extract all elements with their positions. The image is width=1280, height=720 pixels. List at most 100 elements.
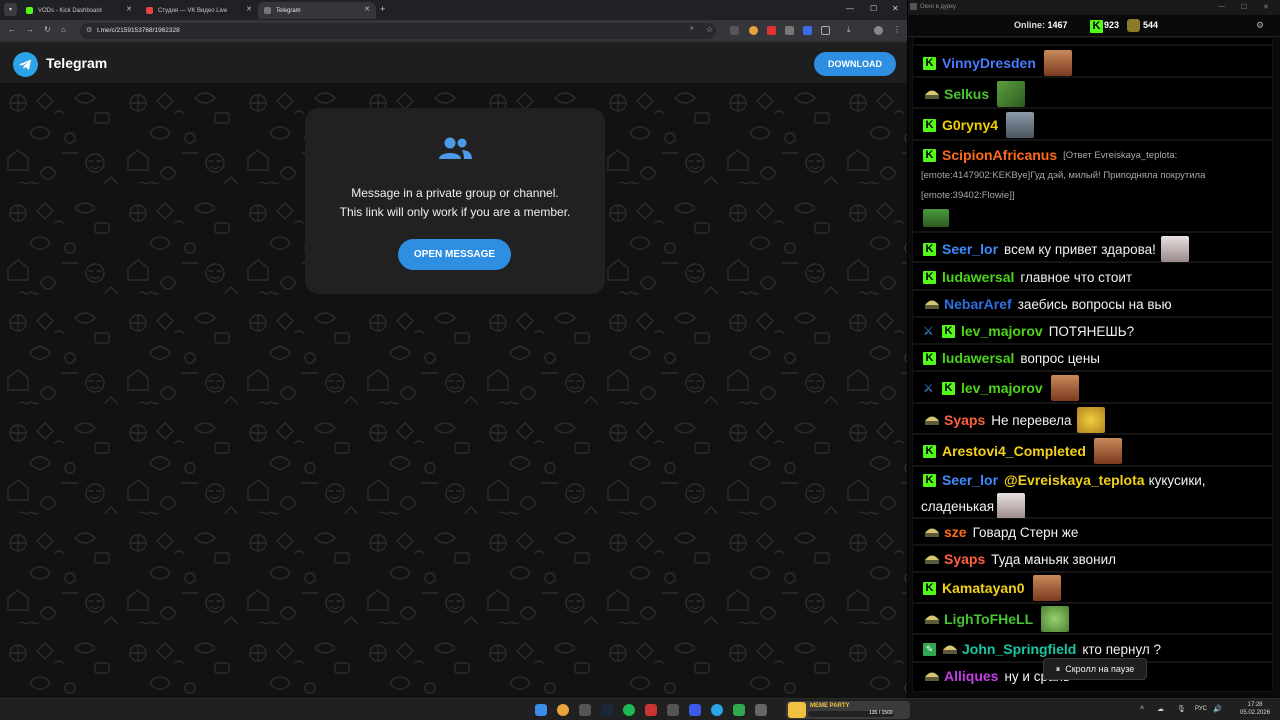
tab-telegram[interactable]: Telegram ✕ bbox=[258, 2, 376, 19]
chat-username[interactable]: ludawersal bbox=[942, 350, 1014, 366]
chat-username[interactable]: NebarAref bbox=[944, 296, 1012, 312]
chat-username[interactable]: ScipionAfricanus bbox=[942, 147, 1057, 163]
bookmark-star-icon[interactable]: ☆ bbox=[706, 25, 713, 34]
site-info-icon[interactable]: ⚙ bbox=[86, 23, 92, 39]
steam-icon[interactable] bbox=[601, 704, 613, 716]
forward-icon[interactable]: → bbox=[26, 25, 34, 34]
chat-username[interactable]: Arestovi4_Completed bbox=[942, 443, 1086, 459]
kick-badge-icon: K bbox=[923, 242, 936, 256]
app-icon[interactable] bbox=[755, 704, 767, 716]
clock[interactable]: 17:28 05.02.2026 bbox=[1240, 701, 1270, 717]
tab-search-button[interactable]: ▾ bbox=[4, 3, 17, 16]
kick-badge-icon: K bbox=[942, 324, 955, 338]
chat-username[interactable]: lev_majorov bbox=[961, 323, 1043, 339]
chat-window: Окно в дурку — ☐ ✕ Online: 1467 K 923 54… bbox=[908, 0, 1280, 698]
microphone-icon[interactable]: 🎙 bbox=[1177, 705, 1186, 713]
extension-icon[interactable] bbox=[749, 26, 758, 35]
minimize-button[interactable]: — bbox=[846, 4, 854, 13]
tray-icon[interactable]: ☁ bbox=[1157, 705, 1164, 713]
settings-gear-icon[interactable]: ⚙ bbox=[1256, 20, 1264, 31]
chat-username[interactable]: Selkus bbox=[944, 86, 989, 102]
chat-message: ⚔ K lev_majorov bbox=[912, 371, 1273, 403]
reply-text: [emote:4147902:KEKBye]Гуд дэй, милый! Пр… bbox=[921, 170, 1206, 181]
app-icon[interactable] bbox=[689, 704, 701, 716]
chat-username[interactable]: VinnyDresden bbox=[942, 55, 1036, 71]
download-icon[interactable]: ⤓ bbox=[847, 25, 851, 35]
menu-icon[interactable]: ⋮ bbox=[893, 25, 901, 34]
chevron-up-icon[interactable]: ˄ bbox=[1140, 705, 1144, 712]
kick-badge-icon: K bbox=[923, 581, 936, 595]
chat-username[interactable]: Seer_lor bbox=[942, 472, 998, 488]
emote-image bbox=[1160, 236, 1189, 262]
url-text: t.me/c/2159153768/1962328 bbox=[97, 27, 180, 34]
chat-username[interactable]: lev_majorov bbox=[961, 380, 1043, 396]
toolbar: ← → ↻ ⌂ ⚙ t.me/c/2159153768/1962328 ⌕ ☆ … bbox=[0, 20, 907, 42]
chat-message: K Arestovi4_Completed bbox=[912, 434, 1273, 466]
app-icon[interactable] bbox=[733, 704, 745, 716]
meme-party-widget[interactable]: MEME PARTY 135 / 1500 bbox=[786, 701, 910, 719]
reload-icon[interactable]: ↻ bbox=[44, 25, 51, 34]
reply-text: [emote:39402:Flowie]] bbox=[921, 190, 1015, 201]
chat-username[interactable]: John_Springfield bbox=[962, 641, 1076, 657]
zoom-icon[interactable]: ⌕ bbox=[690, 25, 694, 33]
home-icon[interactable]: ⌂ bbox=[61, 25, 66, 34]
extensions-puzzle-icon[interactable] bbox=[821, 26, 830, 35]
close-icon[interactable]: ✕ bbox=[126, 5, 132, 13]
chat-message: K ludawersal главное что стоит bbox=[912, 262, 1273, 290]
back-icon[interactable]: ← bbox=[8, 25, 16, 34]
app-icon[interactable] bbox=[579, 704, 591, 716]
close-icon[interactable]: ✕ bbox=[246, 5, 252, 13]
app-icon[interactable] bbox=[667, 704, 679, 716]
chat-username[interactable]: sze bbox=[944, 524, 967, 540]
chat-username[interactable]: Syaps bbox=[944, 412, 985, 428]
close-window-button[interactable]: ✕ bbox=[1263, 3, 1269, 11]
kick-badge-icon: K bbox=[923, 473, 936, 487]
subscriber-badge-icon bbox=[923, 526, 941, 539]
scroll-paused-button[interactable]: ⏸ Скролл на паузе bbox=[1043, 658, 1147, 680]
tab-kick-dashboard[interactable]: VODs - Kick Dashboard ✕ bbox=[20, 2, 138, 19]
close-icon[interactable]: ✕ bbox=[364, 5, 370, 13]
language-indicator[interactable]: РУС bbox=[1195, 706, 1207, 712]
address-bar[interactable]: ⚙ t.me/c/2159153768/1962328 bbox=[80, 23, 716, 39]
chrome-icon[interactable] bbox=[557, 704, 569, 716]
extension-icon[interactable] bbox=[730, 26, 739, 35]
chat-text: главное что стоит bbox=[1020, 269, 1133, 285]
extension-icon[interactable] bbox=[767, 26, 776, 35]
maximize-button[interactable]: ☐ bbox=[870, 4, 877, 13]
sword-badge-icon: ⚔ bbox=[923, 324, 934, 338]
chat-username[interactable]: Syaps bbox=[944, 551, 985, 567]
app-icon[interactable] bbox=[645, 704, 657, 716]
chat-message: K G0ryny4 bbox=[912, 108, 1273, 140]
volume-icon[interactable]: 🔊 bbox=[1213, 705, 1222, 713]
new-tab-button[interactable]: + bbox=[380, 4, 385, 14]
extension-icon[interactable] bbox=[803, 26, 812, 35]
chat-text: Говард Стерн же bbox=[972, 524, 1079, 540]
maximize-button[interactable]: ☐ bbox=[1241, 3, 1247, 11]
close-window-button[interactable]: ✕ bbox=[892, 4, 899, 13]
spotify-icon[interactable] bbox=[623, 704, 635, 716]
telegram-icon[interactable] bbox=[711, 704, 723, 716]
meme-party-logo-icon bbox=[788, 702, 806, 718]
subscriber-badge-icon bbox=[941, 643, 959, 656]
chat-username[interactable]: Kamatayan0 bbox=[942, 580, 1025, 596]
kick-badge-icon: K bbox=[923, 270, 936, 284]
windows-start-icon[interactable] bbox=[535, 704, 547, 716]
download-button[interactable]: DOWNLOAD bbox=[814, 52, 896, 76]
emote-image bbox=[997, 81, 1026, 107]
telegram-logo-icon[interactable] bbox=[13, 52, 38, 77]
chat-text: ПОТЯНЕШЬ? bbox=[1048, 323, 1135, 339]
open-message-button[interactable]: OPEN MESSAGE bbox=[398, 239, 511, 270]
meme-progress-count: 135 / 1500 bbox=[869, 710, 893, 716]
profile-avatar[interactable] bbox=[874, 26, 883, 35]
chat-mention[interactable]: @Evreiskaya_teplota bbox=[1004, 472, 1145, 488]
extension-icon[interactable] bbox=[785, 26, 794, 35]
chat-username[interactable]: Seer_lor bbox=[942, 241, 998, 257]
chat-username[interactable]: ludawersal bbox=[942, 269, 1014, 285]
chat-username[interactable]: LighToFHeLL bbox=[944, 611, 1033, 627]
tab-vk-video[interactable]: Студия — VK Видео Live ✕ bbox=[140, 2, 258, 19]
minimize-button[interactable]: — bbox=[1218, 3, 1225, 10]
subscriber-badge-icon bbox=[923, 670, 941, 683]
telegram-title[interactable]: Telegram bbox=[46, 55, 107, 71]
chat-username[interactable]: G0ryny4 bbox=[942, 117, 998, 133]
chat-username[interactable]: Alliques bbox=[944, 668, 998, 684]
